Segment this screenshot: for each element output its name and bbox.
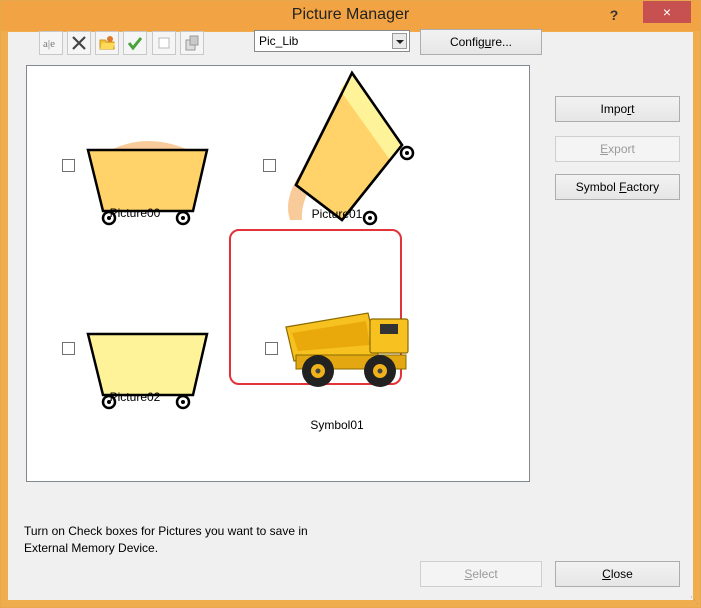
symbol01-checkbox[interactable] [265, 342, 278, 355]
import-button[interactable]: Import [555, 96, 680, 122]
close-window-button[interactable]: × [643, 1, 691, 23]
save-note-line-2: External Memory Device. [24, 541, 159, 555]
delete-icon [72, 36, 86, 50]
export-label-rest: xport [608, 142, 635, 156]
check-all-button[interactable] [123, 31, 147, 55]
configure-button[interactable]: Configure... [420, 29, 542, 55]
library-select-value: Pic_Lib [259, 34, 299, 48]
picture01-name: Picture01 [311, 207, 363, 221]
configure-label-rest: re... [491, 35, 513, 49]
configure-label: Config [449, 35, 485, 49]
check-all-icon [127, 37, 143, 51]
symbol-factory-mnemonic: F [619, 180, 627, 194]
copy-button[interactable] [180, 31, 204, 55]
help-button[interactable]: ? [601, 3, 627, 27]
picture02-name: Picture02 [109, 390, 161, 404]
uncheck-icon [158, 37, 170, 49]
import-label-rest: t [631, 102, 635, 116]
resize-grip-icon[interactable]: ⋱ [690, 595, 699, 606]
picture00-name: Picture00 [109, 206, 161, 220]
dump-truck-icon [285, 312, 409, 387]
delete-button[interactable] [67, 31, 91, 55]
symbol-factory-label: Symbol [575, 180, 620, 194]
copy-icon [185, 35, 199, 51]
export-mnemonic: E [600, 142, 609, 156]
uncheck-all-button[interactable] [152, 31, 176, 55]
symbol01-thumbnail[interactable] [282, 305, 414, 395]
picture01-checkbox[interactable] [263, 159, 276, 172]
rename-icon: a|e [43, 38, 55, 50]
save-note: Turn on Check boxes for Pictures you wan… [24, 523, 384, 557]
picture02-checkbox[interactable] [62, 342, 75, 355]
save-note-line-1: Turn on Check boxes for Pictures you wan… [24, 524, 308, 538]
window-title: Picture Manager [291, 6, 410, 23]
import-label: Impo [600, 102, 628, 116]
chevron-down-icon[interactable] [392, 33, 407, 49]
rename-button[interactable]: a|e [39, 31, 63, 55]
library-select[interactable]: Pic_Lib [254, 30, 410, 52]
close-label-rest: lose [610, 567, 633, 581]
export-button[interactable]: Export [555, 136, 680, 162]
folder-icon [99, 36, 115, 50]
symbol-factory-label-rest: actory [626, 180, 660, 194]
close-mnemonic: C [602, 567, 611, 581]
open-folder-button[interactable] [95, 31, 119, 55]
select-button[interactable]: Select [420, 561, 542, 587]
picture01-thumbnail[interactable] [280, 70, 420, 230]
symbol01-name: Symbol01 [310, 418, 364, 432]
symbol-factory-button[interactable]: Symbol Factory [555, 174, 680, 200]
close-button[interactable]: Close [555, 561, 680, 587]
picture00-checkbox[interactable] [62, 159, 75, 172]
svg-text:a|e: a|e [43, 38, 55, 50]
title-bar[interactable]: Picture Manager ? × [1, 1, 700, 31]
select-label-rest: elect [472, 567, 498, 581]
